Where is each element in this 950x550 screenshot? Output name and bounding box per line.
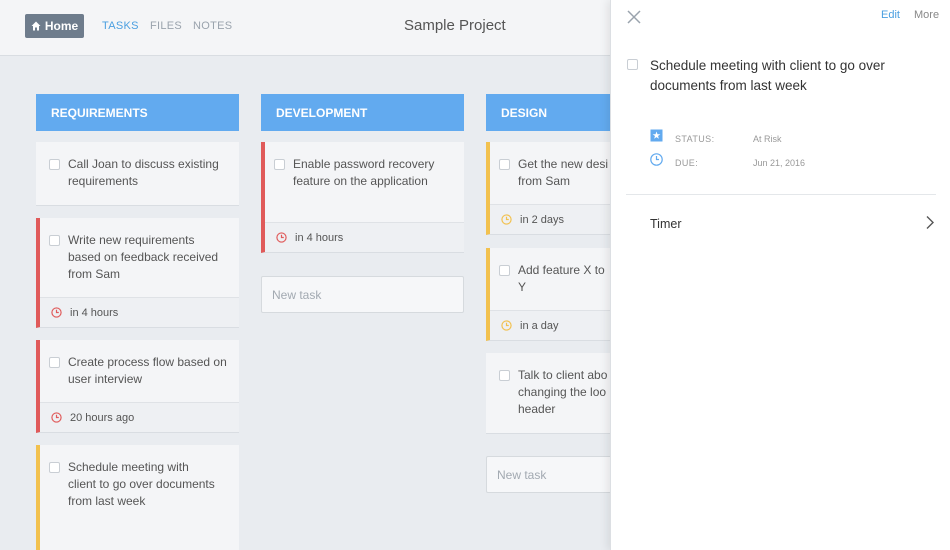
task-text: Get the new desi from Sam bbox=[518, 157, 609, 188]
status-value[interactable]: At Risk bbox=[753, 134, 782, 144]
task-checkbox[interactable] bbox=[49, 235, 60, 246]
task-checkbox[interactable] bbox=[499, 265, 510, 276]
task-text: Add feature X to Y bbox=[518, 263, 605, 294]
clock-icon bbox=[51, 412, 62, 423]
column-header: DEVELOPMENT bbox=[261, 94, 464, 131]
column-header: REQUIREMENTS bbox=[36, 94, 239, 131]
column-development: DEVELOPMENT bbox=[261, 94, 464, 131]
clock-icon bbox=[51, 307, 62, 318]
tab-files[interactable]: FILES bbox=[150, 20, 182, 32]
home-button-label: Home bbox=[44, 19, 79, 33]
project-title: Sample Project bbox=[404, 17, 506, 34]
close-icon[interactable] bbox=[626, 9, 642, 25]
clock-icon bbox=[501, 320, 512, 331]
task-complete-checkbox[interactable] bbox=[627, 59, 638, 70]
task-due: 20 hours ago bbox=[40, 402, 239, 432]
column-requirements: REQUIREMENTS bbox=[36, 94, 239, 131]
due-value[interactable]: Jun 21, 2016 bbox=[753, 158, 805, 168]
task-checkbox[interactable] bbox=[499, 159, 510, 170]
task-text: Enable password recovery feature on the … bbox=[293, 157, 435, 188]
clock-icon bbox=[276, 232, 287, 243]
due-clock-icon bbox=[650, 153, 663, 166]
status-label: STATUS: bbox=[675, 134, 715, 144]
due-text: in 4 hours bbox=[70, 306, 119, 319]
task-text: Schedule meeting with client to go over … bbox=[68, 460, 215, 508]
tab-tasks[interactable]: TASKS bbox=[102, 20, 139, 32]
task-card[interactable]: Schedule meeting with client to go over … bbox=[36, 445, 239, 550]
task-checkbox[interactable] bbox=[499, 370, 510, 381]
task-checkbox[interactable] bbox=[49, 159, 60, 170]
status-star-icon bbox=[650, 129, 663, 142]
new-task-input[interactable]: New task bbox=[261, 276, 464, 313]
task-detail-panel: Edit More Schedule meeting with client t… bbox=[610, 0, 950, 550]
home-icon bbox=[31, 21, 41, 31]
timer-row[interactable]: Timer bbox=[650, 217, 681, 231]
task-card[interactable]: Call Joan to discuss existing requiremen… bbox=[36, 142, 239, 206]
edit-link[interactable]: Edit bbox=[881, 9, 900, 21]
task-text: Talk to client abo changing the loo head… bbox=[518, 368, 608, 416]
due-text: 20 hours ago bbox=[70, 411, 135, 424]
divider bbox=[626, 194, 936, 195]
task-card[interactable]: Write new requirements based on feedback… bbox=[36, 218, 239, 328]
task-checkbox[interactable] bbox=[49, 357, 60, 368]
more-menu[interactable]: More bbox=[914, 9, 939, 21]
task-text: Call Joan to discuss existing requiremen… bbox=[68, 157, 219, 188]
task-title[interactable]: Schedule meeting with client to go over … bbox=[650, 56, 925, 96]
task-text: Write new requirements based on feedback… bbox=[68, 233, 219, 281]
due-text: in 4 hours bbox=[295, 231, 344, 244]
task-checkbox[interactable] bbox=[274, 159, 285, 170]
tab-notes[interactable]: NOTES bbox=[193, 20, 232, 32]
chevron-right-icon[interactable] bbox=[925, 215, 935, 230]
task-card[interactable]: Create process flow based on user interv… bbox=[36, 340, 239, 433]
task-due: in 4 hours bbox=[265, 222, 464, 252]
due-label: DUE: bbox=[675, 158, 699, 168]
due-text: in a day bbox=[520, 319, 559, 332]
task-card[interactable]: Enable password recovery feature on the … bbox=[261, 142, 464, 253]
task-checkbox[interactable] bbox=[49, 462, 60, 473]
due-text: in 2 days bbox=[520, 213, 565, 226]
task-text: Create process flow based on user interv… bbox=[68, 355, 227, 386]
home-button[interactable]: Home bbox=[25, 14, 84, 38]
task-due: in 4 hours bbox=[40, 297, 239, 327]
clock-icon bbox=[501, 214, 512, 225]
